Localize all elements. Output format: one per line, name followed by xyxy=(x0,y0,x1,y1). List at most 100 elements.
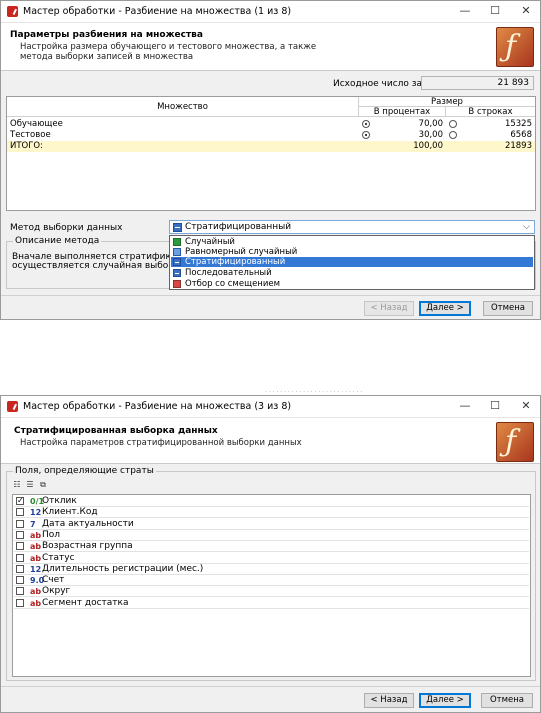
field-name: Дата актуальности xyxy=(42,518,134,529)
field-name: Сегмент достатка xyxy=(42,597,129,608)
field-checkbox[interactable] xyxy=(16,519,24,528)
cancel-button[interactable]: Отмена xyxy=(483,301,533,316)
header-subtitle: Настройка параметров стратифицированной … xyxy=(20,438,302,448)
option-label: Равномерный случайный xyxy=(185,247,298,257)
method-option-offset[interactable]: Отбор со смещением xyxy=(171,279,533,289)
header-subtitle: Настройка размера обучающего и тестового… xyxy=(20,42,316,62)
field-type-icon: ab xyxy=(30,587,42,597)
total-name: ИТОГО: xyxy=(10,141,43,151)
field-type-icon: 12 xyxy=(30,508,42,518)
row-percent[interactable]: 30,00 xyxy=(373,130,443,140)
row-rows[interactable]: 15325 xyxy=(462,119,532,129)
uniform-random-icon xyxy=(173,248,181,256)
total-percent: 100,00 xyxy=(413,141,443,151)
field-row[interactable]: 7 Дата актуальности xyxy=(14,519,529,530)
field-name: Счет xyxy=(42,575,65,586)
field-row[interactable]: 9.0 Счет xyxy=(14,575,529,587)
field-type-icon: 12 xyxy=(30,564,42,574)
maximize-icon[interactable]: ☐ xyxy=(488,399,502,413)
field-row[interactable]: ab Пол xyxy=(14,530,529,541)
footer-divider xyxy=(1,686,540,687)
next-button[interactable]: Далее > xyxy=(419,693,471,708)
method-option-stratified[interactable]: Стратифицированный xyxy=(171,257,533,267)
deselect-all-icon[interactable]: ☰ xyxy=(25,480,35,489)
rows-radio[interactable] xyxy=(449,131,457,139)
footer-divider xyxy=(1,295,540,296)
table-row[interactable]: Обучающее 70,00 15325 xyxy=(7,119,535,129)
field-row[interactable]: 12 Клиент.Код xyxy=(14,507,529,519)
field-row[interactable]: ab Возрастная группа xyxy=(14,541,529,553)
field-row[interactable]: ab Округ xyxy=(14,586,529,598)
maximize-icon[interactable]: ☐ xyxy=(488,4,502,18)
field-checkbox[interactable] xyxy=(16,530,24,539)
filter-icon[interactable]: ⧉ xyxy=(38,480,48,489)
method-option-sequential[interactable]: Последовательный xyxy=(171,268,533,278)
random-icon xyxy=(173,238,181,246)
field-checkbox[interactable] xyxy=(16,508,24,517)
back-button[interactable]: < Назад xyxy=(364,301,414,316)
method-select[interactable]: Стратифицированный ⌵ xyxy=(169,220,535,234)
option-label: Случайный xyxy=(185,237,235,247)
wizard-header: Стратифицированная выборка данных Настро… xyxy=(1,418,540,464)
stratified-icon xyxy=(173,258,181,266)
close-icon[interactable]: ✕ xyxy=(519,4,533,18)
strata-fields-group: Поля, определяющие страты ☷ ☰ ⧉ 0/1Откли… xyxy=(6,466,536,681)
table-row[interactable]: Тестовое 30,00 6568 xyxy=(7,130,535,140)
field-name: Клиент.Код xyxy=(42,507,98,518)
method-option-uniform-random[interactable]: Равномерный случайный xyxy=(171,247,533,257)
field-checkbox[interactable] xyxy=(16,564,24,573)
field-checkbox[interactable] xyxy=(16,495,24,506)
field-row[interactable]: ab Статус xyxy=(14,553,529,564)
percent-radio[interactable] xyxy=(362,131,370,139)
source-count-field: 21 893 xyxy=(421,76,534,90)
field-name: Округ xyxy=(42,586,71,597)
sequential-icon xyxy=(173,269,181,277)
option-label: Стратифицированный xyxy=(185,257,286,267)
next-button[interactable]: Далее > xyxy=(419,301,471,316)
col-header-set: Множество xyxy=(7,97,359,117)
field-row[interactable]: ab Сегмент достатка xyxy=(14,598,529,609)
wizard-dialog-step-3: Мастер обработки - Разбиение на множеств… xyxy=(0,395,541,713)
select-all-icon[interactable]: ☷ xyxy=(12,480,22,489)
rows-radio[interactable] xyxy=(449,120,457,128)
field-checkbox[interactable] xyxy=(16,553,24,562)
field-row[interactable]: 0/1Отклик xyxy=(14,495,529,507)
app-icon xyxy=(7,401,18,412)
row-name: Обучающее xyxy=(10,119,63,129)
field-type-icon: ab xyxy=(30,553,42,563)
chevron-down-icon[interactable]: ⌵ xyxy=(523,222,530,232)
wizard-header: Параметры разбиения на множества Настрой… xyxy=(1,23,540,71)
title-bar: Мастер обработки - Разбиение на множеств… xyxy=(1,1,540,23)
field-name: Пол xyxy=(42,529,61,540)
minimize-icon[interactable]: — xyxy=(458,399,472,413)
row-name: Тестовое xyxy=(10,130,51,140)
method-dropdown-list: Случайный Равномерный случайный Стратифи… xyxy=(169,235,535,290)
field-checkbox[interactable] xyxy=(16,542,24,551)
header-subtitle-line-1: Настройка размера обучающего и тестового… xyxy=(20,42,317,52)
field-name: Возрастная группа xyxy=(42,541,133,552)
window-title: Мастер обработки - Разбиение на множеств… xyxy=(23,6,292,17)
field-type-icon: ab xyxy=(30,542,42,552)
field-name: Статус xyxy=(42,552,75,563)
stratified-icon xyxy=(173,223,182,232)
method-option-random[interactable]: Случайный xyxy=(171,237,533,247)
row-percent[interactable]: 70,00 xyxy=(373,119,443,129)
logo-glyph: ƒ xyxy=(505,29,517,64)
field-checkbox[interactable] xyxy=(16,587,24,596)
logo: ƒ xyxy=(496,27,534,67)
field-row[interactable]: 12 Длительность регистрации (мес.) xyxy=(14,564,529,575)
percent-radio[interactable] xyxy=(362,120,370,128)
cancel-button[interactable]: Отмена xyxy=(481,693,533,708)
field-checkbox[interactable] xyxy=(16,598,24,607)
group-title: Поля, определяющие страты xyxy=(13,466,156,476)
sets-table: Множество Размер В процентах В строках О… xyxy=(6,96,536,211)
row-rows[interactable]: 6568 xyxy=(462,130,532,140)
logo-glyph: ƒ xyxy=(505,424,517,459)
minimize-icon[interactable]: — xyxy=(458,4,472,18)
description-title: Описание метода xyxy=(13,236,102,246)
close-icon[interactable]: ✕ xyxy=(519,399,533,413)
wizard-dialog-step-1: Мастер обработки - Разбиение на множеств… xyxy=(0,0,541,320)
option-label: Последовательный xyxy=(185,268,272,278)
back-button[interactable]: < Назад xyxy=(364,693,414,708)
field-checkbox[interactable] xyxy=(16,576,24,585)
